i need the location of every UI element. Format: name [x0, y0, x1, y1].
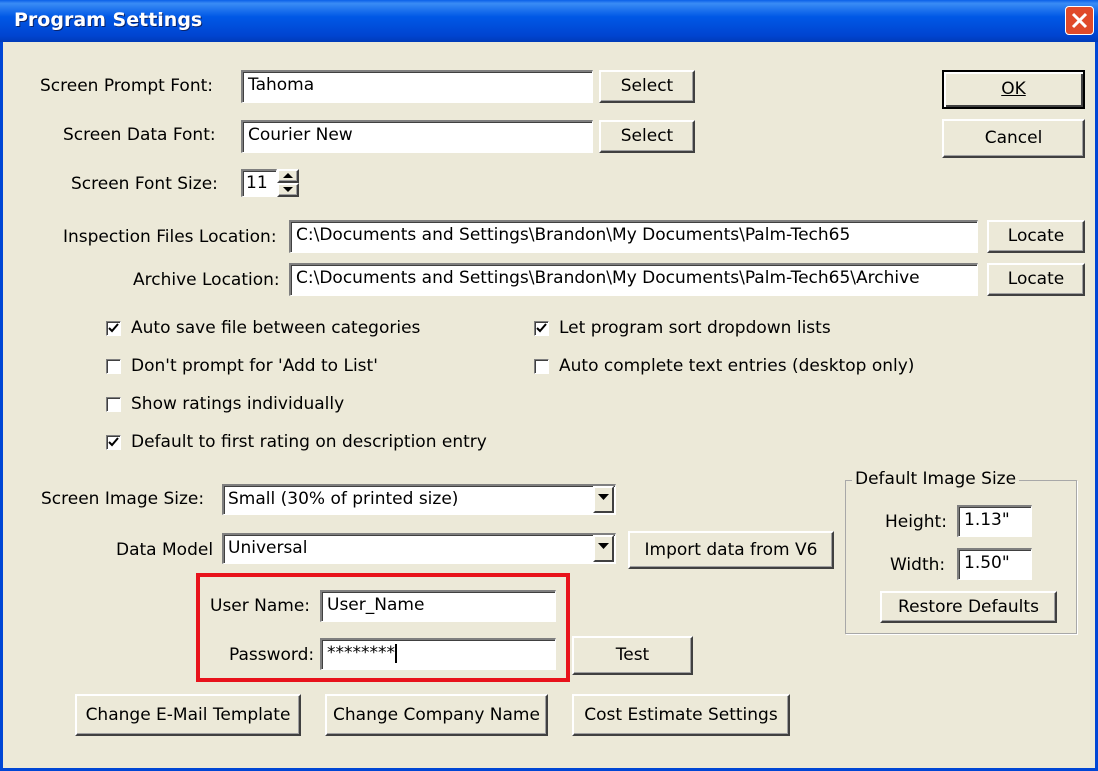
archive-location-field[interactable]: C:\Documents and Settings\Brandon\My Doc…: [289, 263, 978, 296]
password-field[interactable]: ********: [320, 638, 556, 670]
checkbox-auto-save[interactable]: [106, 321, 121, 336]
font-size-label: Screen Font Size:: [71, 174, 218, 194]
archive-location-label: Archive Location:: [133, 270, 280, 290]
prompt-font-select-button[interactable]: Select: [599, 70, 695, 103]
password-value: ********: [327, 643, 395, 663]
checkbox-dont-prompt[interactable]: [106, 359, 121, 374]
data-font-field[interactable]: Courier New: [241, 120, 593, 153]
checkmark-icon: [108, 437, 119, 447]
import-v6-button[interactable]: Import data from V6: [628, 531, 834, 569]
width-label: Width:: [890, 555, 946, 575]
cancel-button[interactable]: Cancel: [942, 119, 1085, 158]
checkbox-label: Show ratings individually: [131, 394, 345, 414]
archive-locate-button[interactable]: Locate: [987, 263, 1085, 296]
image-size-dropdown[interactable]: Small (30% of printed size): [222, 484, 616, 515]
height-label: Height:: [885, 512, 947, 532]
image-size-value: Small (30% of printed size): [228, 489, 459, 509]
data-model-dropdown[interactable]: Universal: [222, 533, 616, 564]
password-label: Password:: [229, 645, 315, 665]
default-image-size-heading: Default Image Size: [852, 469, 1020, 489]
inspection-location-field[interactable]: C:\Documents and Settings\Brandon\My Doc…: [289, 220, 978, 253]
font-size-field[interactable]: 11: [241, 169, 277, 197]
checkbox-auto-complete[interactable]: [534, 359, 549, 374]
data-model-value: Universal: [228, 538, 308, 558]
chevron-down-icon: [598, 543, 609, 549]
close-button[interactable]: [1065, 6, 1094, 35]
width-field[interactable]: 1.50": [957, 548, 1032, 580]
checkbox-label: Default to first rating on description e…: [131, 432, 487, 452]
arrow-down-icon: [283, 187, 293, 192]
data-model-label: Data Model: [116, 540, 214, 560]
checkmark-icon: [108, 323, 119, 333]
data-model-dropdown-arrow[interactable]: [593, 535, 614, 562]
prompt-font-field[interactable]: Tahoma: [241, 70, 593, 103]
data-font-label: Screen Data Font:: [63, 125, 216, 145]
checkbox-sort-dropdowns[interactable]: [534, 321, 549, 336]
change-company-name-button[interactable]: Change Company Name: [325, 694, 548, 736]
checkbox-label: Auto save file between categories: [131, 318, 421, 338]
window-border-left: [0, 42, 3, 771]
checkbox-label: Auto complete text entries (desktop only…: [559, 356, 915, 376]
change-email-template-button[interactable]: Change E-Mail Template: [75, 694, 301, 736]
checkbox-label: Don't prompt for 'Add to List': [131, 356, 378, 376]
user-name-label: User Name:: [210, 596, 311, 616]
test-button[interactable]: Test: [572, 636, 693, 675]
height-field[interactable]: 1.13": [957, 505, 1032, 537]
inspection-location-label: Inspection Files Location:: [63, 227, 277, 247]
arrow-up-icon: [283, 173, 293, 178]
data-font-select-button[interactable]: Select: [599, 120, 695, 153]
cost-estimate-settings-button[interactable]: Cost Estimate Settings: [572, 694, 790, 736]
window-title: Program Settings: [14, 9, 203, 31]
close-icon: [1071, 12, 1088, 29]
checkbox-show-ratings[interactable]: [106, 397, 121, 412]
checkmark-icon: [536, 323, 547, 333]
prompt-font-label: Screen Prompt Font:: [40, 76, 213, 96]
font-size-up-button[interactable]: [277, 169, 299, 183]
chevron-down-icon: [598, 494, 609, 500]
font-size-down-button[interactable]: [277, 183, 299, 197]
image-size-dropdown-arrow[interactable]: [593, 486, 614, 513]
inspection-locate-button[interactable]: Locate: [987, 220, 1085, 253]
title-bar[interactable]: Program Settings: [0, 0, 1098, 42]
ok-button[interactable]: OK: [942, 70, 1085, 109]
restore-defaults-button[interactable]: Restore Defaults: [880, 591, 1057, 623]
image-size-label: Screen Image Size:: [41, 489, 205, 509]
user-name-field[interactable]: User_Name: [320, 590, 556, 622]
text-cursor: [395, 643, 397, 663]
checkbox-default-first-rating[interactable]: [106, 435, 121, 450]
checkbox-label: Let program sort dropdown lists: [559, 318, 831, 338]
